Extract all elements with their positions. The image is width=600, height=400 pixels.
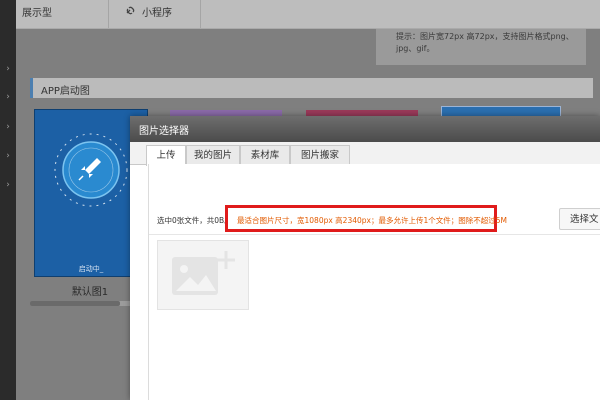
section-header: APP启动图 <box>30 78 593 98</box>
selected-files-info: 选中0张文件，共0B。 <box>157 216 232 225</box>
hint-box: 提示：图片宽72px 高72px，支持图片格式png、jpg、gif。 <box>376 29 586 65</box>
tab-upload[interactable]: 上传 <box>146 145 186 166</box>
top-bar: 展示型 小程序 <box>0 0 600 29</box>
dialog-title-bar[interactable]: 图片选择器 <box>130 116 600 142</box>
dialog-tab-bar: 上传 我的图片 素材库 图片搬家 <box>130 142 600 166</box>
image-picker-dialog: 图片选择器 上传 我的图片 素材库 图片搬家 选中0张文件，共0B。 最适合图片… <box>130 116 600 400</box>
link-icon <box>124 0 136 28</box>
upload-info-row: 选中0张文件，共0B。 最适合图片尺寸，宽1080px 高2340px；最多允许… <box>149 204 600 235</box>
rocket-icon <box>54 133 128 207</box>
chevron-right-icon[interactable]: › <box>3 151 13 161</box>
chevron-right-icon[interactable]: › <box>3 64 13 74</box>
dialog-title: 图片选择器 <box>139 126 189 137</box>
chevron-right-icon[interactable]: › <box>3 180 13 190</box>
image-add-icon <box>172 251 235 295</box>
tab-display-type-label: 展示型 <box>22 8 52 19</box>
upload-panel: 选中0张文件，共0B。 最适合图片尺寸，宽1080px 高2340px；最多允许… <box>148 164 600 400</box>
tab-mini-program-label: 小程序 <box>142 8 172 19</box>
chevron-right-icon[interactable]: › <box>3 122 13 132</box>
chevron-right-icon[interactable]: › <box>3 92 13 102</box>
tab-image-move[interactable]: 图片搬家 <box>290 145 350 165</box>
upload-requirements-text: 最适合图片尺寸，宽1080px 高2340px；最多允许上传1个文件；图除不超过… <box>237 216 507 225</box>
image-upload-slot[interactable] <box>157 240 249 310</box>
hint-text: 提示：图片宽72px 高72px，支持图片格式png、jpg、gif。 <box>396 32 574 53</box>
choose-file-button[interactable]: 选择文 <box>559 208 600 230</box>
section-title: APP启动图 <box>41 86 90 97</box>
tab-display-type[interactable]: 展示型 <box>4 0 109 28</box>
left-sidebar: › › › › › <box>0 0 16 400</box>
tab-my-images[interactable]: 我的图片 <box>186 145 240 165</box>
tab-mini-program[interactable]: 小程序 <box>124 0 201 28</box>
scrollbar-thumb[interactable] <box>30 301 120 306</box>
tab-material-library[interactable]: 素材库 <box>240 145 290 165</box>
